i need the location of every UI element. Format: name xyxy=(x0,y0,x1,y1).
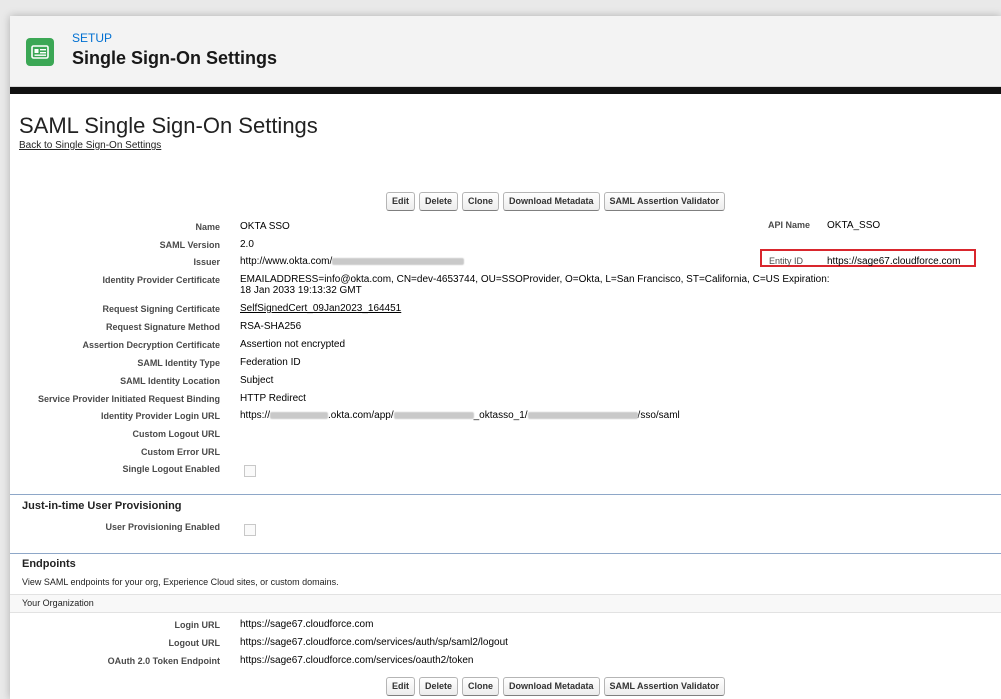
redacted-block xyxy=(270,411,329,419)
idp-login-url-suffix: /sso/saml xyxy=(637,410,680,421)
name-label: Name xyxy=(195,222,220,232)
header-title: Single Sign-On Settings xyxy=(72,48,278,68)
saml-identity-location-label: SAML Identity Location xyxy=(120,376,220,386)
setup-label: SETUP xyxy=(72,31,113,45)
request-signing-cert-label: Request Signing Certificate xyxy=(102,304,220,314)
logout-url-label: Logout URL xyxy=(168,638,220,648)
custom-logout-url-label: Custom Logout URL xyxy=(132,429,220,439)
page-title: SAML Single Sign-On Settings xyxy=(19,113,318,138)
logout-url-value: https://sage67.cloudforce.com/services/a… xyxy=(240,637,508,648)
oauth-token-endpoint-value: https://sage67.cloudforce.com/services/o… xyxy=(240,655,474,666)
redacted-block xyxy=(332,257,465,265)
your-organization-label: Your Organization xyxy=(22,598,94,608)
setup-frame: SETUP Single Sign-On Settings SAML Singl… xyxy=(10,16,1001,699)
custom-error-url-label: Custom Error URL xyxy=(140,447,220,457)
clone-button[interactable]: Clone xyxy=(462,677,500,696)
sp-request-binding-label: Service Provider Initiated Request Bindi… xyxy=(37,394,220,404)
setup-header: SETUP Single Sign-On Settings xyxy=(10,16,1001,87)
redacted-block xyxy=(527,411,638,419)
idp-certificate-value: EMAILADDRESS=info@okta.com, CN=dev-46537… xyxy=(240,274,830,296)
api-name-label: API Name xyxy=(767,220,810,230)
saml-identity-type-label: SAML Identity Type xyxy=(137,358,220,368)
back-to-sso-link[interactable]: Back to Single Sign-On Settings xyxy=(19,140,161,151)
name-value: OKTA SSO xyxy=(240,221,290,232)
saml-assertion-validator-button[interactable]: SAML Assertion Validator xyxy=(603,192,726,211)
idp-login-url-prefix: https:// xyxy=(240,410,271,421)
request-signature-method-value: RSA-SHA256 xyxy=(240,321,302,332)
clone-button[interactable]: Clone xyxy=(462,192,500,211)
user-provisioning-label: User Provisioning Enabled xyxy=(105,522,220,532)
login-url-label: Login URL xyxy=(174,620,221,630)
saml-identity-type-value: Federation ID xyxy=(240,357,301,368)
saml-assertion-validator-button[interactable]: SAML Assertion Validator xyxy=(603,677,726,696)
sp-request-binding-value: HTTP Redirect xyxy=(240,393,306,404)
header-divider xyxy=(10,87,1001,94)
issuer-text: http://www.okta.com/ xyxy=(240,256,333,267)
single-logout-checkbox xyxy=(244,465,256,477)
login-url-value: https://sage67.cloudforce.com xyxy=(240,619,374,630)
edit-button[interactable]: Edit xyxy=(386,677,415,696)
jit-section-heading: Just-in-time User Provisioning xyxy=(22,500,182,512)
delete-button[interactable]: Delete xyxy=(419,677,459,696)
idp-certificate-label: Identity Provider Certificate xyxy=(102,275,220,285)
user-provisioning-checkbox xyxy=(244,524,256,536)
oauth-token-endpoint-label: OAuth 2.0 Token Endpoint xyxy=(107,656,220,666)
id-card-icon xyxy=(26,38,54,66)
assertion-decryption-cert-label: Assertion Decryption Certificate xyxy=(82,340,220,350)
bottom-button-row: Edit Delete Clone Download Metadata SAML… xyxy=(386,677,726,696)
section-divider xyxy=(10,553,1001,554)
edit-button[interactable]: Edit xyxy=(386,192,415,211)
saml-version-label: SAML Version xyxy=(159,240,220,250)
assertion-decryption-cert-value: Assertion not encrypted xyxy=(240,339,346,350)
entity-id-value: https://sage67.cloudforce.com xyxy=(827,256,961,267)
request-signature-method-label: Request Signature Method xyxy=(105,322,220,332)
endpoints-description: View SAML endpoints for your org, Experi… xyxy=(22,577,339,587)
issuer-value: http://www.okta.com/ xyxy=(240,256,465,267)
idp-login-url-value: https:// .okta.com/app/ _oktasso_1/ /sso/sa… xyxy=(240,410,680,421)
redacted-block xyxy=(393,411,474,419)
top-button-row: Edit Delete Clone Download Metadata SAML… xyxy=(386,192,726,211)
idp-login-url-label: Identity Provider Login URL xyxy=(100,411,220,421)
idp-login-url-mid1: .okta.com/app/ xyxy=(328,410,394,421)
issuer-label: Issuer xyxy=(193,257,220,267)
request-signing-cert-link[interactable]: SelfSignedCert_09Jan2023_164451 xyxy=(240,303,401,314)
delete-button[interactable]: Delete xyxy=(419,192,459,211)
download-metadata-button[interactable]: Download Metadata xyxy=(503,677,600,696)
saml-identity-location-value: Subject xyxy=(240,375,274,386)
api-name-value: OKTA_SSO xyxy=(827,220,881,231)
your-organization-row: Your Organization xyxy=(10,594,1001,613)
saml-version-value: 2.0 xyxy=(240,239,254,250)
idp-login-url-mid2: _oktasso_1/ xyxy=(473,410,528,421)
section-divider xyxy=(10,494,1001,495)
single-logout-enabled-label: Single Logout Enabled xyxy=(122,464,221,474)
endpoints-heading: Endpoints xyxy=(22,558,76,570)
download-metadata-button[interactable]: Download Metadata xyxy=(503,192,600,211)
entity-id-label: Entity ID xyxy=(769,256,804,266)
